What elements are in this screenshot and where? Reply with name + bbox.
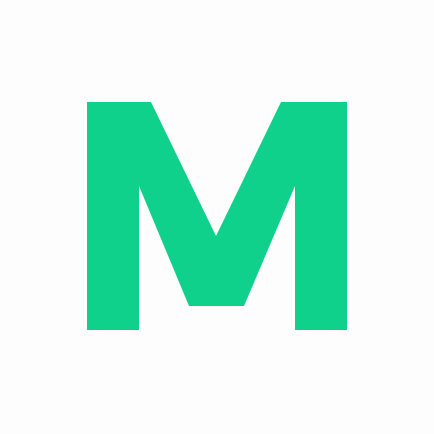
m-letter-shape: [87, 102, 347, 330]
m-letter-logo-icon: [87, 102, 347, 330]
app-icon-canvas: [0, 0, 434, 434]
